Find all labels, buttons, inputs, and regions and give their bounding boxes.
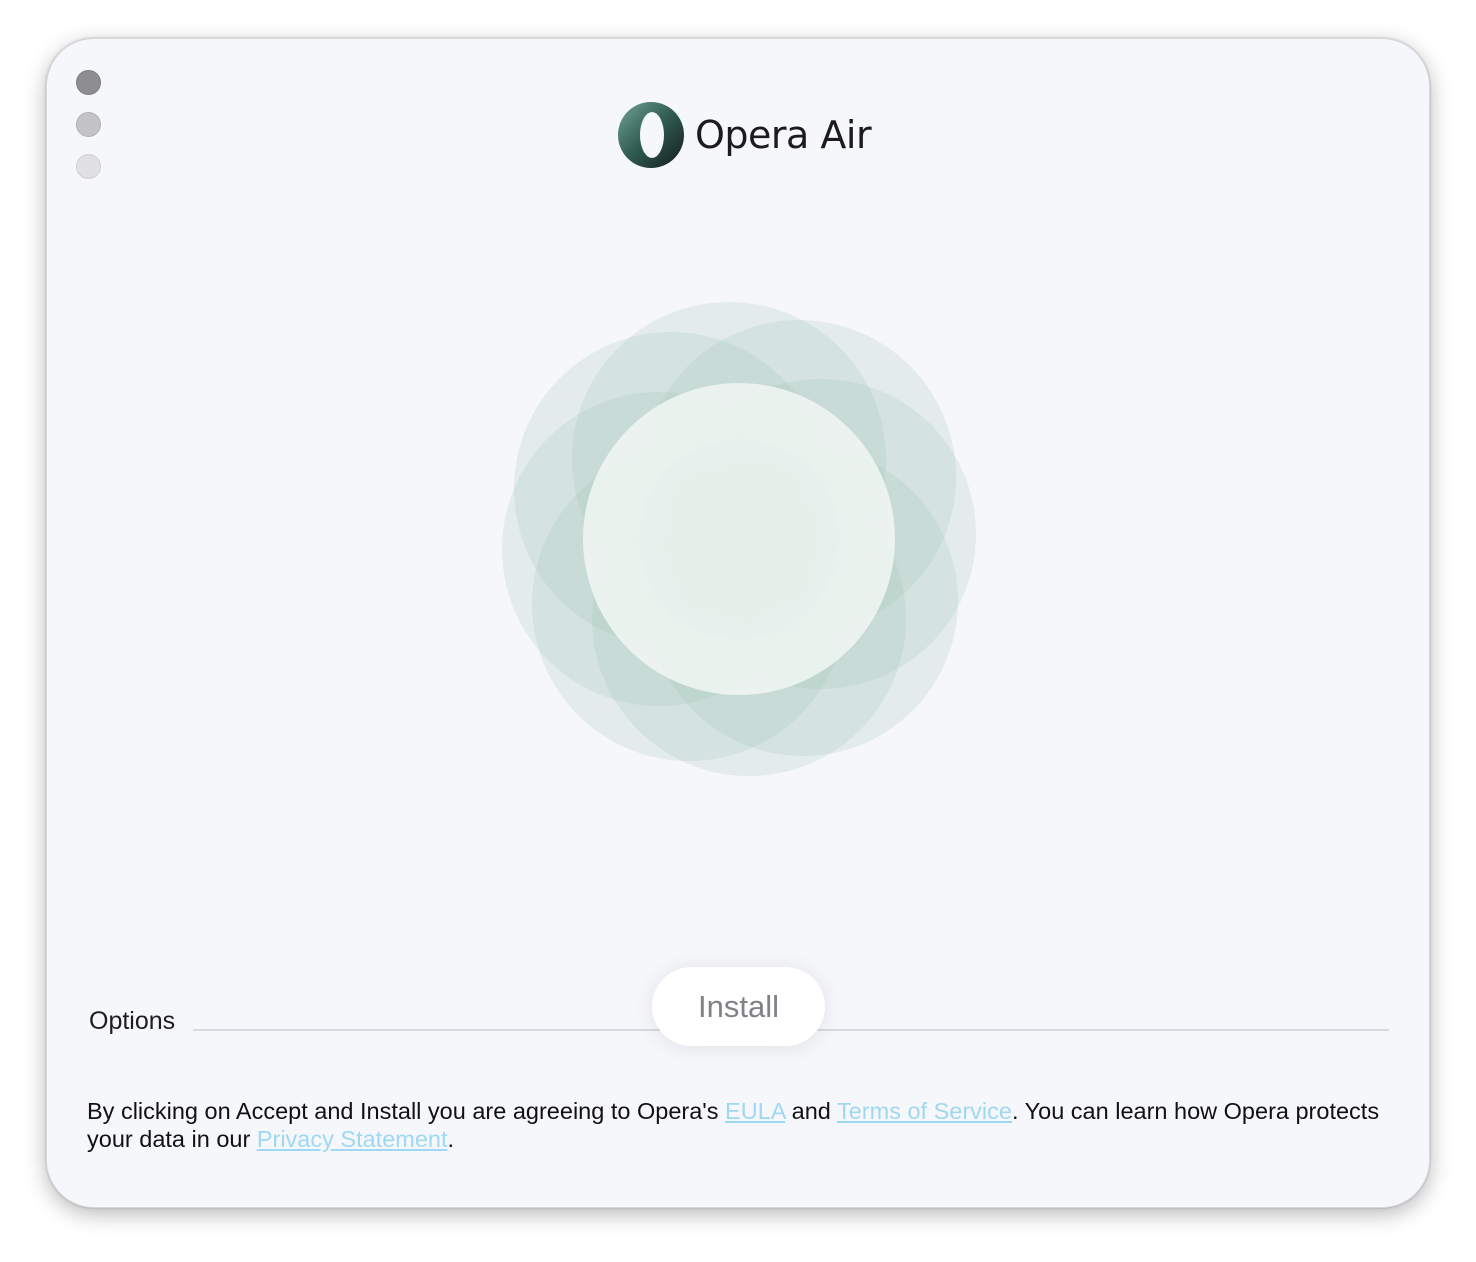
legal-text: By clicking on Accept and Install you ar… [87, 1098, 726, 1124]
window-zoom-button[interactable] [76, 154, 101, 179]
brand-logo: Opera Air [617, 101, 872, 169]
privacy-statement-link[interactable]: Privacy Statement [257, 1126, 448, 1152]
legal-notice: By clicking on Accept and Install you ar… [87, 1097, 1387, 1153]
installer-window: Opera Air Options Install By clicking on… [46, 38, 1430, 1208]
eula-link[interactable]: EULA [725, 1098, 785, 1124]
opera-logo-icon [618, 102, 684, 168]
window-close-button[interactable] [76, 70, 101, 95]
legal-text: and [785, 1098, 837, 1124]
legal-text: . [447, 1126, 455, 1152]
window-minimize-button[interactable] [76, 112, 101, 137]
options-label[interactable]: Options [89, 1007, 175, 1036]
brand-name: Opera Air [695, 113, 872, 157]
opera-air-bloom-graphic [502, 302, 976, 776]
install-button[interactable]: Install [652, 967, 825, 1046]
terms-of-service-link[interactable]: Terms of Service [837, 1098, 1012, 1124]
